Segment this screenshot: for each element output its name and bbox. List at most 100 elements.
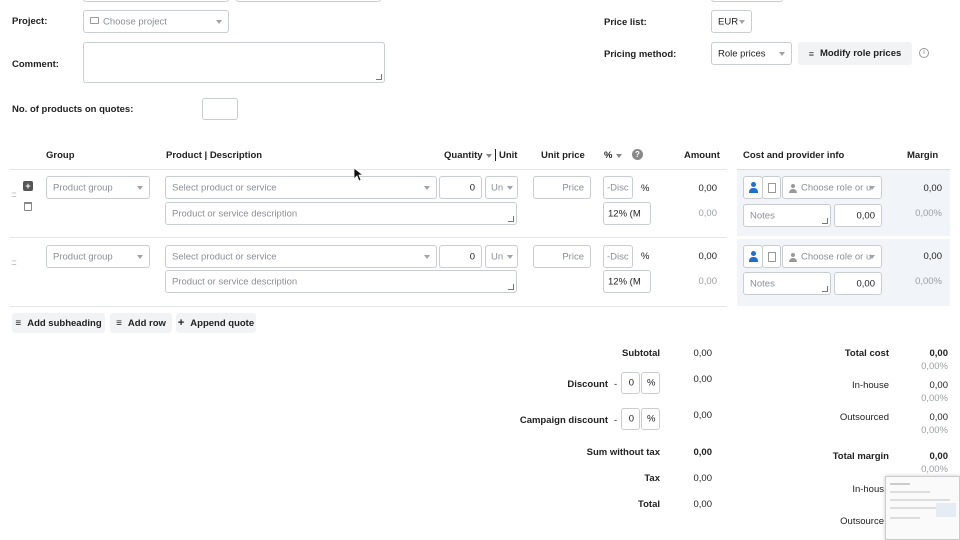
products-on-quotes-input[interactable] [202,98,238,120]
tax-select[interactable]: 12% (M [603,270,651,293]
outsourced-toggle[interactable] [762,176,781,199]
project-placeholder: Choose project [103,16,167,27]
top-field-cutoff-3[interactable] [711,0,783,2]
role-placeholder: Choose role or u [801,182,871,193]
unit-select[interactable]: Un [485,245,518,268]
unit-select[interactable]: Un [485,176,518,199]
drag-handle-icon[interactable]: :::: [11,259,17,267]
quantity-value: 0 [469,251,475,262]
discount-unit[interactable]: % [641,372,660,394]
header-cost-info: Cost and provider info [743,150,845,161]
percent-dropdown-icon[interactable] [616,154,622,158]
total-margin-pct: 0,00% [921,464,948,475]
header-percent[interactable]: % [604,150,612,161]
resize-handle-icon[interactable] [822,218,828,224]
quantity-sort-icon[interactable] [486,154,492,158]
pricing-method-select[interactable]: Role prices [711,42,792,65]
description-textarea[interactable]: Product or service description [165,270,517,293]
header-divider [495,149,496,161]
price-list-value: EUR [718,16,739,27]
discount-input[interactable]: -Disc [603,176,633,199]
append-quote-button[interactable]: + Append quote [176,313,256,333]
building-icon [768,183,776,193]
cost-input[interactable]: 0,00 [834,204,882,227]
outsourced-value: 0,00 [929,412,949,423]
add-subheading-button[interactable]: ≡ Add subheading [12,313,105,333]
role-select[interactable]: Choose role or u [782,245,882,268]
campaign-discount-value: 0 [628,413,634,425]
person-icon [749,251,758,263]
plus-icon: + [177,317,185,329]
notes-textarea[interactable]: Notes [743,204,831,227]
outsourced-toggle[interactable] [762,245,781,268]
discount-label: Discount [567,379,608,390]
tax-value: 12% (M [608,208,641,219]
top-field-cutoff-2[interactable] [236,0,381,2]
info-icon[interactable]: i [919,48,929,58]
discount-amount: 0,00 [693,374,713,385]
outsourced-label: Outsourced [839,412,889,423]
comment-textarea[interactable] [83,42,385,83]
chevron-down-icon [424,254,430,259]
cost-input[interactable]: 0,00 [834,272,882,295]
notes-placeholder: Notes [750,210,775,221]
product-select[interactable]: Select product or service [165,176,437,199]
building-icon [768,252,776,262]
resize-handle-icon[interactable] [376,74,382,80]
total-cost-label: Total cost [844,348,889,359]
margin-value: 0,00 [923,183,943,194]
campaign-discount-unit[interactable]: % [641,408,660,430]
project-select[interactable]: Choose project [83,10,229,33]
add-row-icon[interactable]: + [23,181,33,191]
add-subheading-label: Add subheading [27,317,102,329]
price-list-label: Price list: [604,17,647,28]
header-unit: Unit [499,150,518,161]
price-input[interactable]: Price [533,245,591,268]
person-icon [789,253,797,263]
tax-select[interactable]: 12% (M [603,202,651,225]
mouse-cursor-icon [354,168,364,182]
drag-handle-icon[interactable]: :::: [11,191,17,199]
subtotal-value: 0,00 [693,348,713,359]
chevron-down-icon [424,185,430,190]
resize-handle-icon[interactable] [508,284,514,290]
quantity-value: 0 [469,182,475,193]
product-select[interactable]: Select product or service [165,245,437,268]
modify-role-prices-button[interactable]: ≡ Modify role prices [798,42,912,65]
help-icon[interactable]: ? [632,149,643,160]
chevron-down-icon [507,185,513,190]
group-select[interactable]: Product group [46,176,150,199]
campaign-discount-input[interactable]: 0 [621,408,640,430]
campaign-discount-label: Campaign discount [519,415,608,426]
discount-input[interactable]: 0 [621,372,640,394]
resize-handle-icon[interactable] [508,216,514,222]
price-list-select[interactable]: EUR [711,10,752,33]
role-select[interactable]: Choose role or u [782,176,882,199]
price-placeholder: Price [562,251,584,262]
description-textarea[interactable]: Product or service description [165,202,517,225]
top-field-cutoff[interactable] [83,0,229,2]
discount-input[interactable]: -Disc [603,245,633,268]
group-select[interactable]: Product group [46,245,150,268]
unit-placeholder: Un [491,182,504,193]
chevron-down-icon [779,51,785,56]
chevron-down-icon [739,19,745,24]
chevron-down-icon [507,254,513,259]
margin-pct-value: 0,00% [915,276,942,287]
total-cost-value: 0,00 [929,348,949,359]
price-input[interactable]: Price [533,176,591,199]
add-row-button[interactable]: ≡ Add row [110,313,172,333]
header-quantity[interactable]: Quantity [444,150,483,161]
inhouse-toggle[interactable] [743,176,763,199]
trash-icon[interactable] [24,202,32,211]
quantity-input[interactable]: 0 [439,245,482,268]
resize-handle-icon[interactable] [822,286,828,292]
sum-without-tax-label: Sum without tax [586,447,660,458]
preview-thumbnail[interactable] [885,476,960,540]
notes-textarea[interactable]: Notes [743,272,831,295]
role-placeholder: Choose role or u [801,251,871,262]
inhouse-toggle[interactable] [743,245,763,268]
group-placeholder: Product group [53,182,113,193]
tax-label: Tax [644,473,660,484]
quantity-input[interactable]: 0 [439,176,482,199]
